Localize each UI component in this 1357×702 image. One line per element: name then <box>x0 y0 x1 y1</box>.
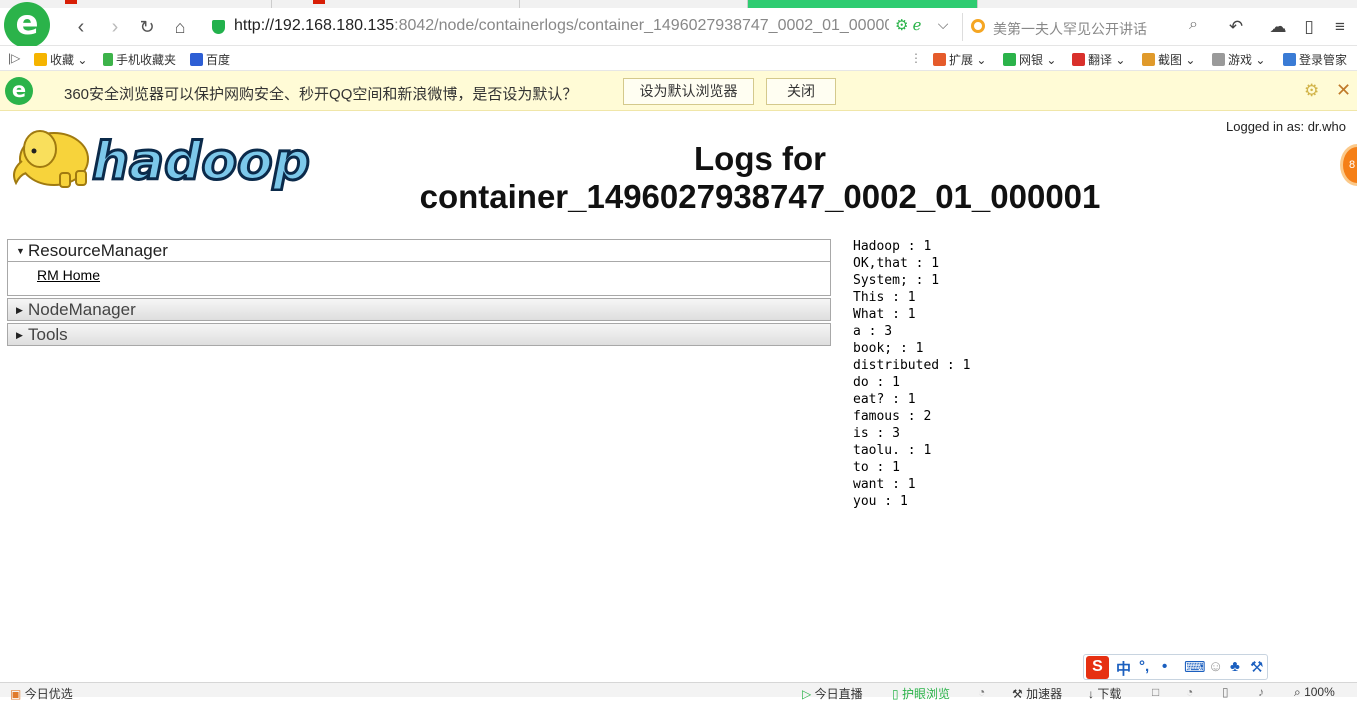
log-line: eat? : 1 <box>853 392 916 407</box>
nav-section-nodemanager: ▶ NodeManager <box>7 298 831 321</box>
triangle-right-icon: ▶ <box>16 305 23 315</box>
log-line: book; : 1 <box>853 341 924 356</box>
search-engine-icon[interactable] <box>971 19 985 33</box>
set-default-button[interactable]: 设为默认浏览器 <box>623 78 754 105</box>
keyboard-icon[interactable]: ⌨ <box>1184 658 1206 676</box>
browser-logo-icon: e <box>5 77 33 105</box>
refresh-icon[interactable]: ↻ <box>134 14 160 40</box>
address-dropdown-icon[interactable]: ⌵ <box>930 11 956 37</box>
forward-icon[interactable]: › <box>102 14 128 40</box>
menu-icon[interactable]: ≡ <box>1328 15 1352 39</box>
compat-mode-icon[interactable]: ⚙ ℯ <box>895 16 922 34</box>
bookmark-favorites[interactable]: 收藏 ⌄ <box>34 51 87 68</box>
log-line: What : 1 <box>853 307 916 322</box>
log-line: you : 1 <box>853 494 908 509</box>
log-line: OK,that : 1 <box>853 256 940 271</box>
nav-section-resourcemanager: ▼ ResourceManager RM Home <box>7 239 831 296</box>
browser-tab[interactable] <box>62 0 272 8</box>
nav-section-tools: ▶ Tools <box>7 323 831 346</box>
nav-header-resourcemanager[interactable]: ▼ ResourceManager <box>8 240 830 261</box>
nav-header-tools[interactable]: ▶ Tools <box>8 324 830 345</box>
log-line: do : 1 <box>853 375 900 390</box>
status-accelerator[interactable]: ⚒ 加速器 <box>1012 685 1062 702</box>
sidebar-toggle-icon[interactable]: |▷ <box>8 51 20 65</box>
nav-header-nodemanager[interactable]: ▶ NodeManager <box>8 299 830 320</box>
triangle-right-icon: ▶ <box>16 330 23 340</box>
address-bar[interactable]: http://192.168.180.135:8042/node/contain… <box>202 13 948 41</box>
log-line: a : 3 <box>853 324 893 339</box>
bookmark-netbank[interactable]: 网银 ⌄ <box>1003 51 1056 68</box>
sogou-logo-icon[interactable]: S <box>1086 656 1109 679</box>
bookmark-baidu[interactable]: 百度 <box>190 51 230 68</box>
browser-toolbar: e ‹ › ↻ ⌂ http://192.168.180.135:8042/no… <box>0 2 1357 48</box>
svg-text:hadoop: hadoop <box>92 132 310 191</box>
more-dots-icon[interactable]: ⋮ <box>910 51 922 65</box>
skin-icon[interactable]: ♣ <box>1230 658 1240 675</box>
cloud-icon[interactable]: ☁ <box>1266 15 1290 39</box>
log-line: is : 3 <box>853 426 900 441</box>
hadoop-logo: hadoop <box>13 130 310 191</box>
log-line: want : 1 <box>853 477 916 492</box>
secure-shield-icon <box>212 20 225 34</box>
notice-message: 360安全浏览器可以保护网购安全、秒开QQ空间和新浪微博，是否设为默认？ <box>64 86 578 103</box>
log-line: Hadoop : 1 <box>853 239 932 254</box>
bookmark-screenshot[interactable]: 截图 ⌄ <box>1142 51 1195 68</box>
status-download[interactable]: ↓ 下载 <box>1088 685 1121 702</box>
home-icon[interactable]: ⌂ <box>167 14 193 40</box>
microphone-icon[interactable]: • <box>1162 658 1167 675</box>
log-line: to : 1 <box>853 460 900 475</box>
gear-icon[interactable]: ⚙ <box>1304 81 1319 101</box>
bookmark-translate[interactable]: 翻译 ⌄ <box>1072 51 1125 68</box>
status-eye-protect[interactable]: ▯ 护眼浏览 <box>892 685 950 702</box>
bookmark-login-manager[interactable]: 登录管家 <box>1283 51 1347 68</box>
ime-toolbar[interactable]: S 中 °, • ⌨ ☺ ♣ ⚒ <box>1083 654 1268 680</box>
search-box[interactable]: 美第一夫人罕见公开讲话 ⌕ <box>962 13 1214 41</box>
log-line: distributed : 1 <box>853 358 971 373</box>
user-icon[interactable]: ☺ <box>1208 658 1223 675</box>
log-line: famous : 2 <box>853 409 932 424</box>
bookmarks-bar: |▷ 收藏 ⌄ 手机收藏夹 百度 ⋮ 扩展 ⌄ 网银 ⌄ 翻译 ⌄ 截图 ⌄ 游… <box>0 46 1357 71</box>
page-title: Logs for container_1496027938747_0002_01… <box>419 140 1101 215</box>
bookmark-extensions[interactable]: 扩展 ⌄ <box>933 51 986 68</box>
status-live[interactable]: ▷ 今日直播 <box>802 685 863 702</box>
browser-tab[interactable] <box>520 0 748 8</box>
close-icon[interactable]: ✕ <box>1336 80 1351 101</box>
status-zoom[interactable]: ⌕ 100% <box>1294 685 1335 700</box>
status-bar: ▣ 今日优选 ▷ 今日直播 ▯ 护眼浏览 ◔ ⚒ 加速器 ↓ 下载 □ ◔ ▯ … <box>0 682 1357 701</box>
status-today-picks[interactable]: ▣ 今日优选 <box>10 685 73 702</box>
log-line: System; : 1 <box>853 273 940 288</box>
browser-tab[interactable] <box>310 0 520 8</box>
bookmark-mobile[interactable]: 手机收藏夹 <box>103 51 176 68</box>
bookmark-games[interactable]: 游戏 ⌄ <box>1212 51 1265 68</box>
address-url[interactable]: http://192.168.180.135:8042/node/contain… <box>234 17 889 35</box>
browser-tab-active[interactable] <box>748 0 978 8</box>
search-input[interactable]: 美第一夫人罕见公开讲话 <box>993 19 1147 39</box>
logged-in-label: Logged in as: dr.who <box>1226 119 1346 134</box>
undo-icon[interactable]: ↶ <box>1224 15 1248 39</box>
punctuation-icon[interactable]: °, <box>1139 658 1149 675</box>
ime-mode[interactable]: 中 <box>1116 658 1131 679</box>
phone-icon[interactable]: ▯ <box>1297 15 1321 39</box>
floating-widget[interactable]: 8 <box>1340 144 1357 186</box>
back-icon[interactable]: ‹ <box>68 14 94 40</box>
page-content: Logged in as: dr.who hadoop Logs for con… <box>0 112 1357 682</box>
browser-logo-icon[interactable]: e <box>4 2 50 48</box>
search-icon[interactable]: ⌕ <box>1189 16 1198 34</box>
tab-strip <box>0 0 1357 8</box>
log-line: This : 1 <box>853 290 916 305</box>
triangle-down-icon: ▼ <box>16 246 25 256</box>
nav-accordion: ▼ ResourceManager RM Home ▶ NodeManager ▶ T… <box>7 239 831 348</box>
log-line: taolu. : 1 <box>853 443 932 458</box>
rm-home-link[interactable]: RM Home <box>37 267 100 283</box>
log-output: Hadoop : 1 OK,that : 1 System; : 1 This : 1… <box>853 238 970 510</box>
default-browser-notice: e 360安全浏览器可以保护网购安全、秒开QQ空间和新浪微博，是否设为默认？ 设… <box>0 71 1357 111</box>
notice-close-button[interactable]: 关闭 <box>766 78 836 105</box>
wrench-icon[interactable]: ⚒ <box>1250 658 1263 676</box>
